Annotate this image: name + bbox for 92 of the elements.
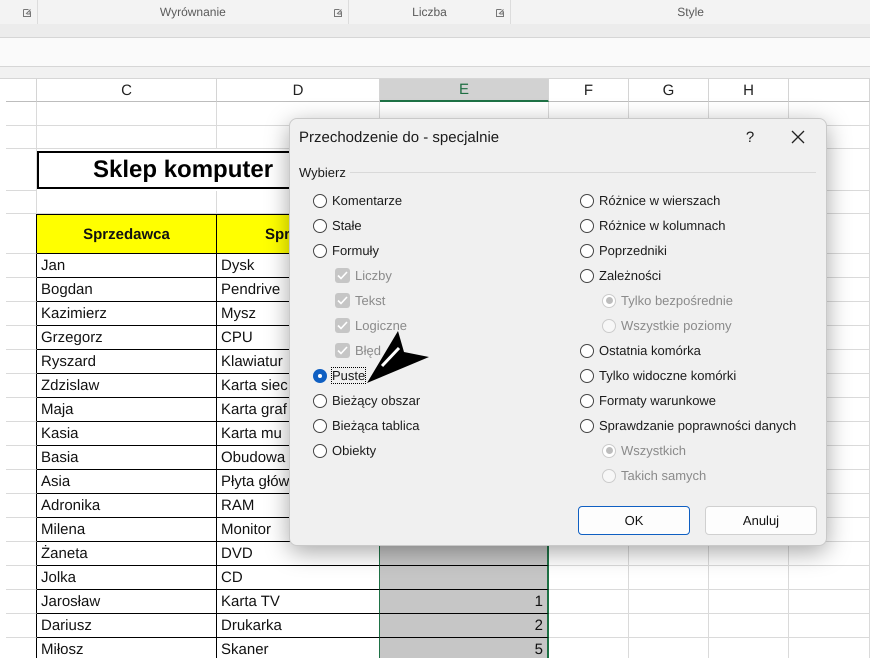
close-icon <box>791 130 805 144</box>
checkmark-icon <box>337 271 348 280</box>
selected-cell: 5 <box>380 638 549 658</box>
table-cell: Żaneta <box>37 542 217 566</box>
row-header <box>6 102 37 126</box>
table-cell: Dariusz <box>37 614 217 638</box>
dialog-launcher-icon[interactable] <box>22 9 31 17</box>
checkmark-icon <box>337 346 348 355</box>
help-button[interactable]: ? <box>730 128 770 146</box>
radio-button[interactable] <box>313 418 327 432</box>
radio-label: Stałe <box>332 218 362 233</box>
radio-button[interactable] <box>580 368 594 382</box>
radio-label: Różnice w wierszach <box>599 193 720 208</box>
row-header <box>6 374 37 398</box>
table-cell: Maja <box>37 398 217 422</box>
row-header <box>6 566 37 590</box>
radio-label: Poprzedniki <box>599 243 667 258</box>
radio-label: Ostatnia komórka <box>599 343 701 358</box>
column-header[interactable]: F <box>549 79 629 102</box>
radio-button[interactable] <box>313 218 327 232</box>
row-header <box>6 542 37 566</box>
radio-label: Tylko bezpośrednie <box>621 293 734 308</box>
ribbon-group-label: Liczba <box>412 5 447 19</box>
radio-button[interactable] <box>580 218 594 232</box>
row-header <box>6 614 37 638</box>
table-cell: Drukarka <box>217 614 380 638</box>
radio-button[interactable] <box>313 394 327 408</box>
cancel-button[interactable]: Anuluj <box>705 506 817 535</box>
radio-button[interactable] <box>580 244 594 258</box>
table-cell: Adronika <box>37 494 217 518</box>
radio-button[interactable] <box>313 244 327 258</box>
row-header <box>6 422 37 446</box>
table-cell: Kasia <box>37 422 217 446</box>
radio-label: Obiekty <box>332 443 376 458</box>
table-cell: Ryszard <box>37 350 217 374</box>
row-header <box>6 518 37 542</box>
dialog-title: Przechodzenie do - specjalnie <box>299 128 500 146</box>
radio-button[interactable] <box>580 344 594 358</box>
row-header <box>6 302 37 326</box>
table-cell: Karta TV <box>217 590 380 614</box>
row-header <box>6 326 37 350</box>
table-cell: Bogdan <box>37 278 217 302</box>
table-cell: Basia <box>37 446 217 470</box>
row-header <box>6 350 37 374</box>
row-header <box>6 446 37 470</box>
row-header <box>6 398 37 422</box>
radio-button[interactable] <box>313 444 327 458</box>
table-cell: Grzegorz <box>37 326 217 350</box>
column-heading: Sprzedawca <box>37 214 217 254</box>
radio-label: Tylko widoczne komórki <box>599 368 736 383</box>
radio-label: Wszystkie poziomy <box>621 318 732 333</box>
radio-label: Wszystkich <box>621 443 686 458</box>
ribbon-group-label: Style <box>677 5 704 19</box>
radio-label: Komentarze <box>332 193 402 208</box>
checkmark-icon <box>337 321 348 330</box>
radio-button[interactable] <box>580 194 594 208</box>
table-cell: Asia <box>37 470 217 494</box>
selected-cell: 2 <box>380 614 549 638</box>
radio-label: Zależności <box>599 268 662 283</box>
row-header <box>6 494 37 518</box>
radio-label: Sprawdzanie poprawności danych <box>599 418 796 433</box>
dialog-launcher-icon[interactable] <box>496 9 504 17</box>
column-header[interactable]: E <box>380 79 549 102</box>
radio-button[interactable] <box>580 394 594 408</box>
column-header[interactable]: C <box>37 79 217 102</box>
row-header <box>6 278 37 302</box>
radio-button[interactable] <box>313 194 327 208</box>
corner-header <box>6 79 37 102</box>
column-header[interactable]: G <box>629 79 709 102</box>
table-cell: Jarosław <box>37 590 217 614</box>
radio-button[interactable] <box>580 418 594 432</box>
radio-label: Takich samych <box>621 468 706 483</box>
table-cell: Kazimierz <box>37 302 217 326</box>
table-cell: Milena <box>37 518 217 542</box>
ok-button[interactable]: OK <box>578 506 690 535</box>
radio-label: Formaty warunkowe <box>599 393 716 408</box>
selected-cell: 1 <box>380 590 549 614</box>
row-header <box>6 470 37 494</box>
table-cell: CD <box>217 566 380 590</box>
column-header[interactable]: D <box>217 79 380 102</box>
checkmark-icon <box>337 296 348 305</box>
ribbon-group-label: Wyrównanie <box>160 5 226 19</box>
group-label: Wybierz <box>299 165 346 180</box>
row-header <box>6 590 37 614</box>
radio-button[interactable] <box>313 368 327 382</box>
table-cell: Jan <box>37 254 217 278</box>
dialog-launcher-icon[interactable] <box>334 9 342 17</box>
table-cell: Jolka <box>37 566 217 590</box>
radio-button[interactable] <box>580 268 594 282</box>
table-cell: Zdzislaw <box>37 374 217 398</box>
radio-label: Różnice w kolumnach <box>599 218 726 233</box>
column-header[interactable]: H <box>709 79 789 102</box>
